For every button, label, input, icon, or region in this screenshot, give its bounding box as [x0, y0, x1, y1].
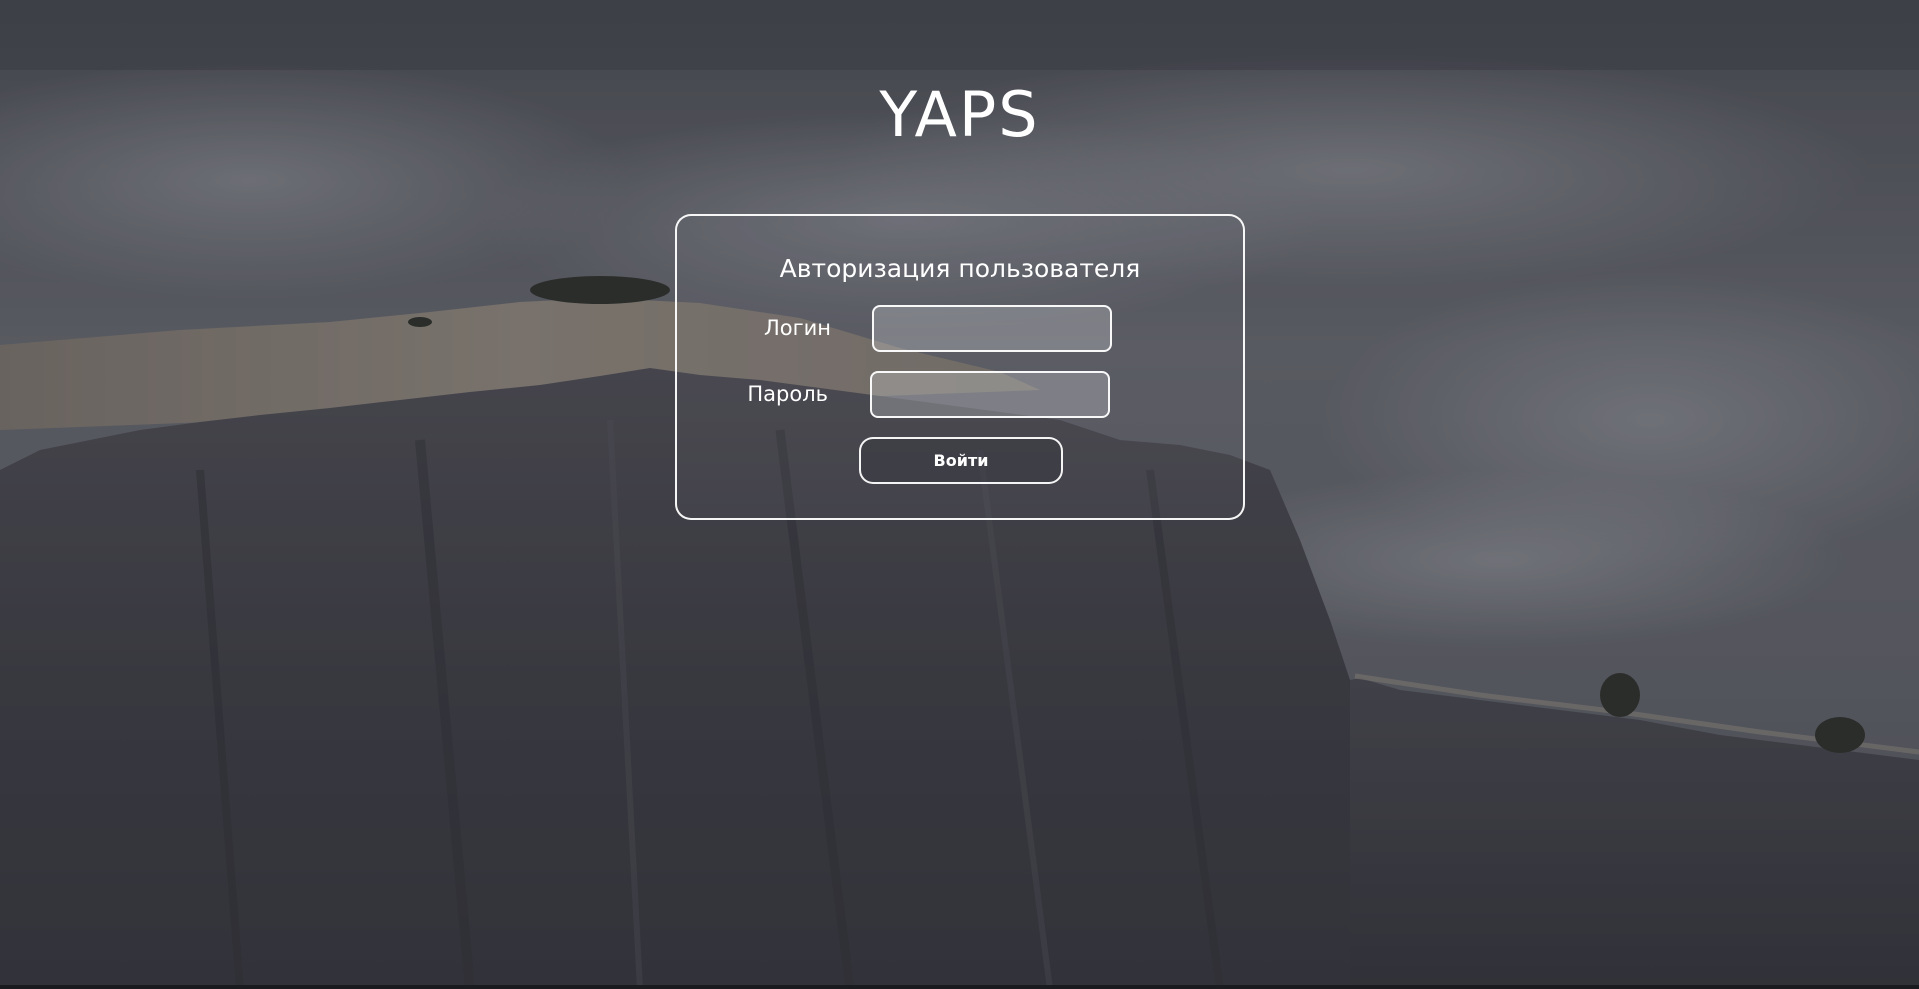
login-submit-button[interactable]: Войти	[859, 437, 1063, 484]
password-label: Пароль	[747, 382, 828, 406]
password-input[interactable]	[870, 371, 1110, 418]
login-page: YAPS Авторизация пользователя Логин Паро…	[0, 0, 1919, 989]
login-label: Логин	[763, 316, 831, 340]
login-panel-title: Авторизация пользователя	[779, 254, 1141, 283]
login-input[interactable]	[872, 305, 1112, 352]
bottom-edge-strip	[0, 985, 1919, 989]
login-panel: Авторизация пользователя Логин Пароль Во…	[675, 214, 1245, 520]
app-title: YAPS	[879, 78, 1040, 151]
